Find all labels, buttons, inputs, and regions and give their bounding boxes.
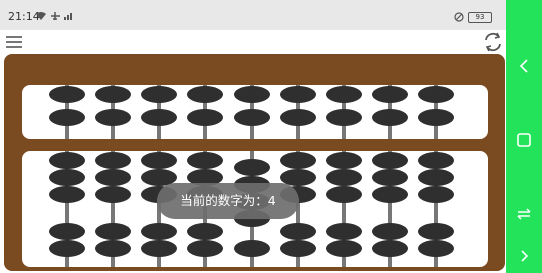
lower-bead[interactable] [141, 240, 177, 257]
back-icon[interactable] [514, 56, 534, 76]
upper-bead[interactable] [95, 109, 131, 126]
status-time: 21:14 [8, 10, 40, 23]
upper-bead[interactable] [49, 109, 85, 126]
upper-bead[interactable] [418, 109, 454, 126]
lower-bead[interactable] [234, 159, 270, 176]
lower-bead[interactable] [418, 223, 454, 240]
lower-bead[interactable] [187, 223, 223, 240]
lower-bead[interactable] [326, 240, 362, 257]
status-right-icons: 93 [454, 12, 496, 23]
lower-bead[interactable] [372, 152, 408, 169]
lower-bead[interactable] [372, 169, 408, 186]
lower-bead[interactable] [49, 240, 85, 257]
navigation-bar [506, 0, 542, 273]
upper-bead[interactable] [187, 86, 223, 103]
current-number-toast: 当前的数字为：4 [157, 183, 299, 219]
upper-bead[interactable] [418, 86, 454, 103]
app-bar [0, 30, 506, 56]
lower-bead[interactable] [49, 169, 85, 186]
lower-bead[interactable] [326, 169, 362, 186]
switch-icon[interactable] [514, 204, 534, 224]
lower-bead[interactable] [49, 186, 85, 203]
lower-bead[interactable] [418, 152, 454, 169]
upper-bead[interactable] [141, 109, 177, 126]
lower-bead[interactable] [95, 240, 131, 257]
lower-bead[interactable] [234, 240, 270, 257]
lower-bead[interactable] [326, 223, 362, 240]
lower-bead[interactable] [280, 152, 316, 169]
upper-bead[interactable] [234, 109, 270, 126]
do-not-disturb-icon [454, 12, 464, 22]
lower-bead[interactable] [49, 152, 85, 169]
lower-bead[interactable] [326, 152, 362, 169]
lower-bead[interactable] [372, 240, 408, 257]
lower-bead[interactable] [95, 223, 131, 240]
abacus-frame [4, 54, 505, 271]
home-icon[interactable] [514, 130, 534, 150]
wifi-icon [36, 12, 46, 20]
battery-icon: 93 [468, 12, 492, 23]
lower-bead[interactable] [187, 240, 223, 257]
upper-bead[interactable] [372, 109, 408, 126]
lower-bead[interactable] [95, 186, 131, 203]
upper-bead[interactable] [280, 109, 316, 126]
lower-bead[interactable] [418, 240, 454, 257]
status-left-icons [36, 12, 72, 20]
lower-bead[interactable] [95, 152, 131, 169]
refresh-icon[interactable] [482, 31, 504, 53]
upper-bead[interactable] [187, 109, 223, 126]
upper-bead[interactable] [234, 86, 270, 103]
lower-bead[interactable] [187, 152, 223, 169]
signal-icon [64, 13, 72, 20]
upper-bead[interactable] [372, 86, 408, 103]
lower-bead[interactable] [372, 186, 408, 203]
lower-bead[interactable] [326, 186, 362, 203]
lower-bead[interactable] [280, 240, 316, 257]
upper-bead[interactable] [326, 86, 362, 103]
upper-bead[interactable] [141, 86, 177, 103]
lower-bead[interactable] [418, 186, 454, 203]
down-icon[interactable] [514, 246, 534, 266]
lower-bead[interactable] [141, 223, 177, 240]
upper-bead[interactable] [95, 86, 131, 103]
lower-bead[interactable] [95, 169, 131, 186]
lower-bead[interactable] [141, 152, 177, 169]
airplane-icon [51, 12, 60, 20]
upper-bead[interactable] [280, 86, 316, 103]
battery-level: 93 [475, 13, 485, 21]
status-bar: 21:14 93 [0, 0, 506, 30]
lower-bead[interactable] [49, 223, 85, 240]
menu-icon[interactable] [6, 34, 22, 50]
upper-bead[interactable] [49, 86, 85, 103]
lower-bead[interactable] [280, 223, 316, 240]
lower-bead[interactable] [372, 223, 408, 240]
lower-bead[interactable] [418, 169, 454, 186]
upper-bead[interactable] [326, 109, 362, 126]
